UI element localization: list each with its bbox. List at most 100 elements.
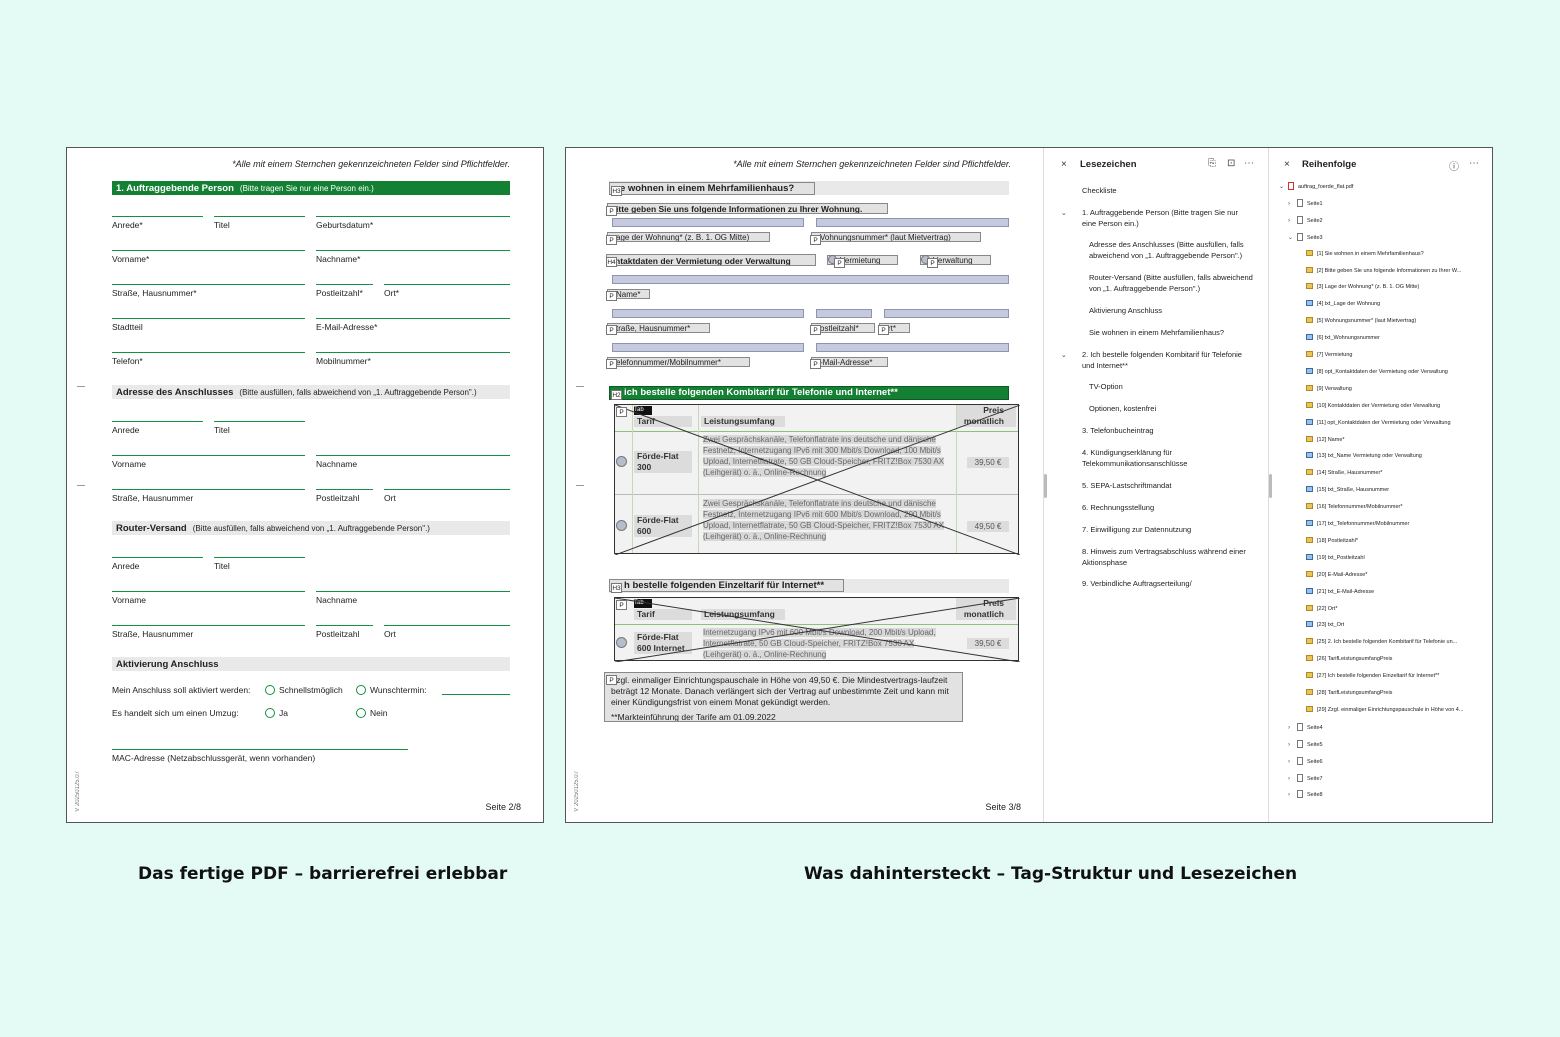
form-field[interactable]: Straße, Hausnummer*: [112, 284, 305, 298]
form-field[interactable]: Ort: [384, 489, 510, 503]
form-field[interactable]: Titel: [214, 216, 305, 230]
chevron-down-icon[interactable]: ⌄: [1061, 351, 1067, 359]
wunschtermin-field[interactable]: [442, 694, 510, 695]
form-field[interactable]: Anrede: [112, 421, 203, 435]
form-field[interactable]: Postleitzahl*: [316, 284, 373, 298]
info-icon[interactable]: ⓘ: [1449, 158, 1459, 173]
chevron-right-icon[interactable]: ›: [1288, 724, 1297, 732]
tree-tag-item[interactable]: [11] opt_Kontaktdaten der Vermietung ode…: [1306, 418, 1451, 428]
chevron-down-icon[interactable]: ⌄: [1279, 183, 1288, 191]
form-field[interactable]: Mobilnummer*: [316, 352, 510, 366]
bookmark-item[interactable]: 4. Kündigungserklärung für Telekommunika…: [1082, 448, 1252, 469]
option-nein[interactable]: Nein: [356, 708, 387, 718]
field-email[interactable]: [816, 343, 1009, 352]
form-field[interactable]: Stadtteil: [112, 318, 305, 332]
tree-tag-item[interactable]: [3] Lage der Wohnung* (z. B. 1. OG Mitte…: [1306, 283, 1419, 292]
tree-tag-item[interactable]: [16] Telefonnummer/Mobilnummer*: [1306, 503, 1403, 512]
tree-tag-item[interactable]: [10] Kontaktdaten der Vermietung oder Ve…: [1306, 401, 1440, 411]
field-name[interactable]: [612, 275, 1009, 284]
form-field[interactable]: E-Mail-Adresse*: [316, 318, 510, 332]
tree-tag-item[interactable]: [9] Verwaltung: [1306, 384, 1352, 394]
bookmark-item[interactable]: Aktivierung Anschluss: [1089, 306, 1259, 317]
bookmark-item[interactable]: 5. SEPA-Lastschriftmandat: [1082, 481, 1252, 492]
bookmark-item[interactable]: Optionen, kostenfrei: [1089, 404, 1259, 415]
tree-tag-item[interactable]: [22] Ort*: [1306, 604, 1337, 614]
radio-icon[interactable]: [356, 708, 366, 718]
tree-page[interactable]: › Seite7: [1288, 773, 1323, 783]
bookmark-item[interactable]: 9. Verbindliche Auftragserteilung/: [1082, 579, 1252, 590]
tree-page[interactable]: ⌄ Seite3: [1288, 232, 1323, 242]
form-field[interactable]: Titel: [214, 557, 305, 571]
tree-tag-item[interactable]: [7] Vermietung: [1306, 351, 1352, 360]
form-field[interactable]: Titel: [214, 421, 305, 435]
mac-address-field[interactable]: MAC-Adresse (Netzabschlussgerät, wenn vo…: [112, 749, 408, 763]
tree-tag-item[interactable]: [5] Wohnungsnummer* (laut Mietvertrag): [1306, 317, 1416, 326]
tree-tag-item[interactable]: [23] txt_Ort: [1306, 621, 1344, 630]
close-icon[interactable]: ×: [1061, 159, 1067, 170]
more-options-icon[interactable]: ⋯: [1244, 158, 1254, 169]
form-field[interactable]: Vorname: [112, 591, 305, 605]
form-field[interactable]: Ort*: [384, 284, 510, 298]
radio-icon[interactable]: [356, 685, 366, 695]
bookmark-item[interactable]: Router-Versand (Bitte ausfüllen, falls a…: [1089, 273, 1259, 294]
form-field[interactable]: Straße, Hausnummer: [112, 625, 305, 639]
new-bookmark-icon[interactable]: ⎘: [1208, 158, 1216, 169]
chevron-right-icon[interactable]: ›: [1288, 758, 1297, 766]
bookmark-icon[interactable]: ⊡: [1227, 158, 1235, 169]
tree-tag-item[interactable]: [18] Postleitzahl*: [1306, 536, 1358, 546]
form-field[interactable]: Nachname: [316, 455, 510, 469]
chevron-right-icon[interactable]: ›: [1288, 200, 1297, 208]
option-schnellstmoeglich[interactable]: Schnellstmöglich: [265, 685, 343, 695]
option-ja[interactable]: Ja: [265, 708, 288, 718]
bookmark-item[interactable]: 1. Auftraggebende Person (Bitte tragen S…: [1082, 208, 1252, 229]
close-icon[interactable]: ×: [1284, 159, 1290, 170]
tree-tag-item[interactable]: [19] txt_Postleitzahl: [1306, 553, 1365, 563]
form-field[interactable]: Postleitzahl: [316, 489, 373, 503]
radio-icon[interactable]: [265, 708, 275, 718]
tree-tag-item[interactable]: [27] Ich bestelle folgenden Einzeltarif …: [1306, 672, 1439, 681]
field-wohnungsnummer[interactable]: [816, 218, 1009, 227]
tree-tag-item[interactable]: [29] Zzgl. einmaliger Einrichtungspausch…: [1306, 705, 1463, 715]
chevron-right-icon[interactable]: ›: [1288, 791, 1297, 799]
bookmark-item[interactable]: 8. Hinweis zum Vertragsabschluss während…: [1082, 547, 1252, 568]
chevron-right-icon[interactable]: ›: [1288, 775, 1297, 783]
tree-tag-item[interactable]: [6] txt_Wohnungsnummer: [1306, 334, 1380, 343]
form-field[interactable]: Geburtsdatum*: [316, 216, 510, 230]
form-field[interactable]: Straße, Hausnummer: [112, 489, 305, 503]
tree-root-file[interactable]: ⌄ auftrag_foerde_flat.pdf: [1279, 182, 1353, 191]
chevron-down-icon[interactable]: ⌄: [1288, 234, 1297, 242]
option-wunschtermin[interactable]: Wunschtermin:: [356, 685, 427, 695]
bookmark-item[interactable]: 7. Einwilligung zur Datennutzung: [1082, 525, 1252, 536]
bookmark-item[interactable]: 3. Telefonbucheintrag: [1082, 426, 1252, 437]
bookmark-item[interactable]: Adresse des Anschlusses (Bitte ausfüllen…: [1089, 240, 1259, 261]
field-ort[interactable]: [884, 309, 1009, 318]
tree-page[interactable]: › Seite2: [1288, 215, 1323, 225]
field-strasse[interactable]: [612, 309, 804, 318]
tree-tag-item[interactable]: [2] Bitte geben Sie uns folgende Informa…: [1306, 266, 1461, 276]
tree-tag-item[interactable]: [12] Name*: [1306, 435, 1345, 445]
form-field[interactable]: Anrede: [112, 557, 203, 571]
bookmark-item[interactable]: Checkliste: [1082, 186, 1252, 197]
field-lage[interactable]: [612, 218, 804, 227]
tree-tag-item[interactable]: [15] txt_Straße, Hausnummer: [1306, 486, 1389, 495]
tree-tag-item[interactable]: [17] txt_Telefonnummer/Mobilnummer: [1306, 520, 1409, 529]
bookmark-item[interactable]: 6. Rechnungsstellung: [1082, 503, 1252, 514]
more-options-icon[interactable]: ⋯: [1469, 158, 1479, 169]
tree-tag-item[interactable]: [28] TarifLeistungsumfangPreis: [1306, 689, 1392, 698]
chevron-right-icon[interactable]: ›: [1288, 741, 1297, 749]
tree-page[interactable]: › Seite4: [1288, 722, 1323, 732]
form-field[interactable]: Ort: [384, 625, 510, 639]
tree-tag-item[interactable]: [8] opt_Kontaktdaten der Vermietung oder…: [1306, 367, 1448, 377]
form-field[interactable]: Nachname*: [316, 250, 510, 264]
radio-icon[interactable]: [265, 685, 275, 695]
tree-tag-item[interactable]: [13] txt_Name Vermietung oder Verwaltung: [1306, 452, 1422, 461]
form-field[interactable]: Nachname: [316, 591, 510, 605]
form-field[interactable]: Vorname*: [112, 250, 305, 264]
tree-tag-item[interactable]: [21] txt_E-Mail-Adresse: [1306, 587, 1374, 597]
form-field[interactable]: Vorname: [112, 455, 305, 469]
panel-resize-handle[interactable]: [1044, 474, 1047, 498]
bookmark-item[interactable]: 2. Ich bestelle folgenden Kombitarif für…: [1082, 350, 1252, 371]
field-plz[interactable]: [816, 309, 872, 318]
form-field[interactable]: Anrede*: [112, 216, 203, 230]
tree-tag-item[interactable]: [14] Straße, Hausnummer*: [1306, 469, 1382, 478]
